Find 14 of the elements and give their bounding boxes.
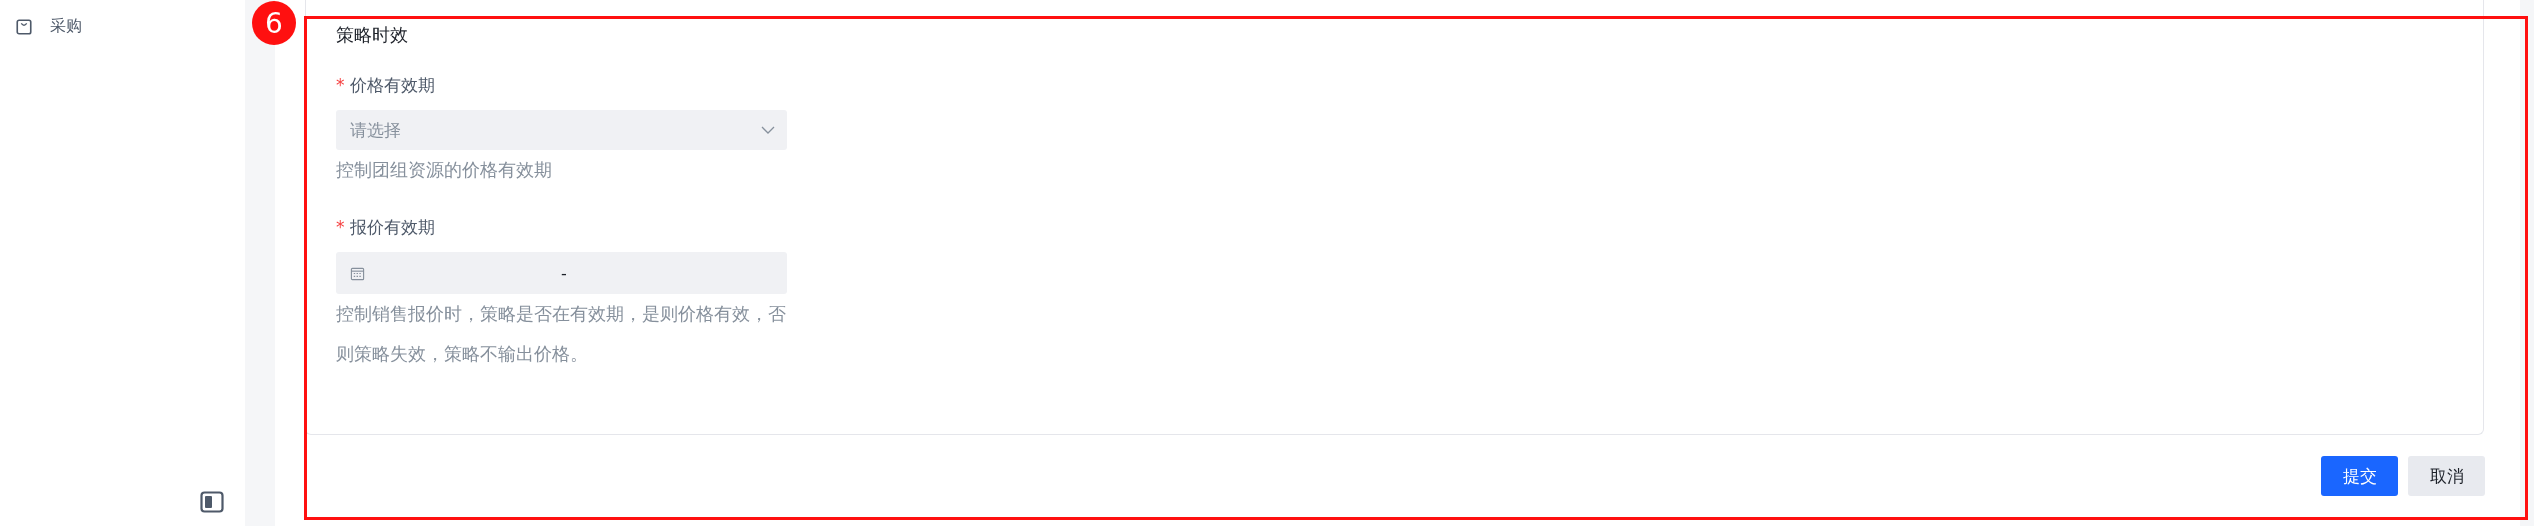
annotation-badge: 6 — [252, 1, 296, 45]
calendar-icon — [350, 265, 365, 281]
section-title: 策略时效 — [336, 23, 408, 47]
bag-icon — [15, 17, 33, 36]
submit-button[interactable]: 提交 — [2321, 456, 2398, 496]
chevron-down-icon — [761, 126, 775, 134]
date-range-field[interactable]: - — [336, 252, 787, 294]
sidebar-item[interactable]: 采购 — [15, 16, 95, 37]
field-label: * 价格有效期 — [336, 74, 435, 97]
field-hint: 控制销售报价时，策略是否在有效期，是则价格有效，否则策略失效，策略不输出价格。 — [336, 303, 787, 366]
field-hint: 控制团组资源的价格有效期 — [336, 159, 553, 182]
sidebar-toggle-icon[interactable] — [200, 490, 224, 514]
cancel-button[interactable]: 取消 — [2408, 456, 2485, 496]
field-label: * 报价有效期 — [336, 216, 435, 239]
